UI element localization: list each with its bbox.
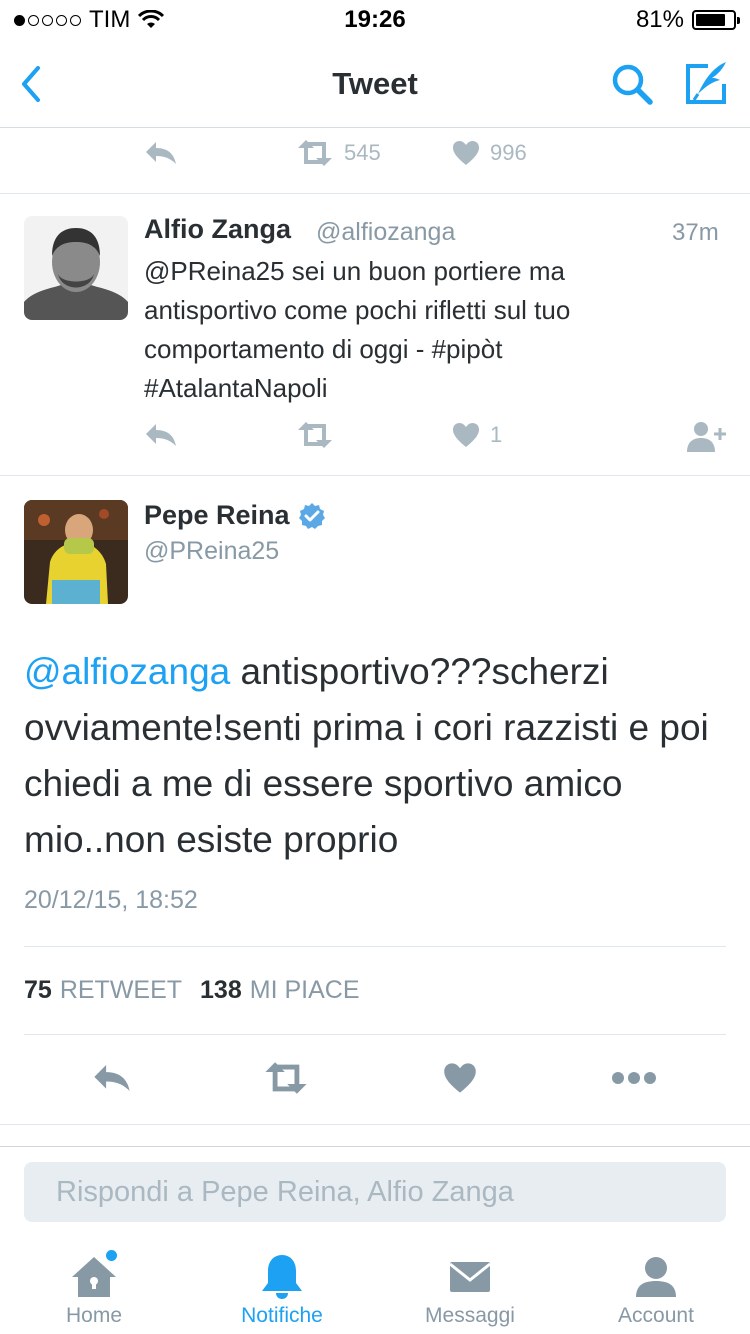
tweet-date: 20/12/15, 18:52: [24, 886, 198, 914]
tab-label: Messaggi: [425, 1304, 515, 1327]
like-count: 996: [490, 140, 527, 165]
like-button[interactable]: 1: [452, 422, 502, 448]
like-button[interactable]: 996: [452, 140, 527, 166]
home-icon: [69, 1250, 119, 1302]
likes-label: MI PIACE: [249, 976, 360, 1004]
avatar-photo-pepe: [24, 500, 128, 604]
divider: [24, 1034, 726, 1035]
compose-tweet-button[interactable]: [680, 58, 732, 110]
tab-label: Home: [65, 1304, 123, 1327]
previous-tweet-actions: 545 996: [0, 132, 750, 182]
heart-icon: [453, 141, 479, 165]
author-handle[interactable]: @alfiozanga: [316, 218, 455, 247]
tab-label: Notifiche: [241, 1304, 323, 1327]
tab-account[interactable]: Account: [562, 1240, 750, 1334]
tweet-time: 37m: [672, 219, 719, 246]
retweet-icon: [298, 140, 332, 166]
retweet-button[interactable]: [296, 422, 334, 448]
author-name[interactable]: Pepe Reina: [144, 500, 290, 531]
tab-notifiche[interactable]: Notifiche: [188, 1240, 376, 1334]
avatar-photo-alfio: [24, 216, 128, 320]
author-name[interactable]: Alfio Zanga: [144, 214, 291, 245]
chevron-left-icon: [22, 66, 40, 102]
person-icon: [631, 1252, 681, 1302]
reply-icon: [94, 1065, 130, 1091]
divider: [0, 475, 750, 476]
battery-icon: [692, 10, 740, 30]
avatar[interactable]: [24, 500, 128, 604]
tweet-text: @alfiozanga antisportivo???scherzi ovvia…: [24, 644, 724, 868]
divider: [0, 1146, 750, 1147]
heart-icon: [444, 1063, 476, 1093]
tweet-stats: 75 RETWEET 138 MI PIACE: [24, 976, 360, 1005]
mention-link[interactable]: @alfiozanga: [24, 651, 230, 692]
likes-count: 138: [200, 976, 242, 1004]
avatar[interactable]: [24, 216, 128, 320]
envelope-icon: [445, 1252, 495, 1302]
bell-icon: [257, 1252, 307, 1302]
tab-messaggi[interactable]: Messaggi: [376, 1240, 564, 1334]
more-options-button[interactable]: [604, 1050, 664, 1106]
reply-icon: [146, 424, 176, 446]
tab-bar: Home Notifiche Messaggi Account: [0, 1240, 750, 1334]
search-icon: [612, 64, 653, 105]
tweet-text-line: comportamento di oggi - #pipòt: [144, 334, 503, 364]
notification-dot: [106, 1250, 117, 1261]
reply-button[interactable]: [144, 140, 178, 166]
reply-button[interactable]: [82, 1050, 142, 1106]
retweet-button[interactable]: 545: [296, 140, 381, 166]
retweets-label: RETWEET: [59, 976, 183, 1004]
tab-home[interactable]: Home: [0, 1240, 188, 1334]
tweet-text: @PReina25 sei un buon portiere ma antisp…: [144, 252, 734, 408]
retweet-icon: [298, 422, 332, 448]
divider: [0, 1124, 750, 1125]
back-button[interactable]: [16, 62, 48, 106]
reply-input[interactable]: Rispondi a Pepe Reina, Alfio Zanga: [24, 1162, 726, 1222]
tab-label: Account: [618, 1304, 694, 1327]
divider: [0, 193, 750, 194]
battery-percent: 81%: [635, 6, 684, 33]
author-handle[interactable]: @PReina25: [144, 537, 279, 566]
reply-tweet-actions: 1: [0, 414, 750, 464]
search-button[interactable]: [608, 60, 656, 108]
retweet-icon: [265, 1062, 307, 1094]
like-count: 1: [490, 422, 503, 447]
tweet-text-line: @PReina25 sei un buon portiere ma: [144, 256, 565, 286]
divider: [24, 946, 726, 947]
verified-badge-icon: [298, 502, 325, 529]
tweet-text-line: antisportivo come pochi rifletti sul tuo: [144, 295, 571, 325]
battery-info: 81%: [635, 6, 740, 34]
tweet-text-line: #AtalantaNapoli: [144, 373, 328, 403]
retweets-stat[interactable]: 75 RETWEET: [24, 976, 182, 1005]
tweet-text-rest: ovviamente!senti prima i cori razzisti e…: [24, 707, 709, 860]
navigation-bar: Tweet: [0, 40, 750, 128]
compose-quill-icon: [686, 62, 726, 104]
retweet-button[interactable]: [256, 1050, 316, 1106]
heart-icon: [453, 423, 479, 447]
author-name-row[interactable]: Pepe Reina: [144, 500, 326, 531]
reply-icon: [146, 142, 176, 164]
retweet-count: 545: [344, 140, 381, 165]
main-tweet-actions: [0, 1050, 750, 1110]
more-dots-icon: [612, 1072, 656, 1084]
like-button[interactable]: [430, 1050, 490, 1106]
add-user-icon: [687, 422, 726, 452]
likes-stat[interactable]: 138 MI PIACE: [200, 976, 359, 1005]
reply-button[interactable]: [144, 422, 178, 448]
retweets-count: 75: [24, 976, 52, 1004]
tweet-text-first: antisportivo???scherzi: [230, 651, 609, 692]
follow-button[interactable]: [686, 420, 726, 452]
status-bar: TIM 19:26 81%: [0, 0, 750, 40]
